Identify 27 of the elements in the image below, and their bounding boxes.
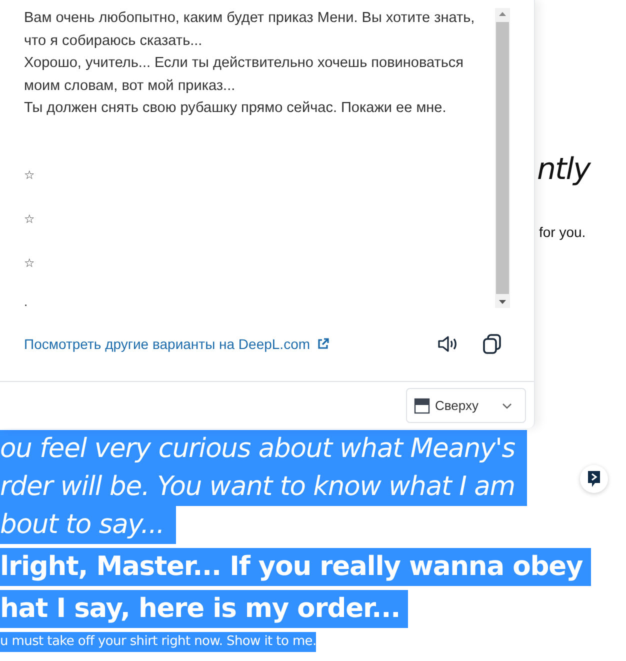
cut-text: . [24, 296, 29, 307]
translation-text: Ты должен снять свою рубашку прямо сейчас. Покажи ее мне. [24, 99, 448, 118]
translation-text: моим словам, вот мой приказ... [24, 76, 236, 96]
star-symbol: ☆ [24, 210, 36, 228]
deepl-link[interactable]: Посмотреть другие варианты на DeepL.com [24, 336, 330, 352]
external-link-icon [316, 337, 330, 351]
translate-bubble-button[interactable] [580, 465, 608, 493]
selected-text: hat I say, here is my order... [0, 590, 408, 628]
heading-fragment: ntly [537, 151, 592, 187]
copy-icon[interactable] [480, 332, 504, 356]
scrollbar[interactable] [495, 8, 510, 308]
translation-text: Вам очень любопытно, каким будет приказ Мени. Вы хотите знать, [24, 9, 476, 28]
layout-top-icon [414, 398, 430, 414]
selected-text: ou feel very curious about what Meany's [0, 430, 527, 468]
position-select[interactable]: Сверху [406, 388, 526, 423]
selected-text: u must take off your shirt right now. Show it to me. [0, 632, 316, 652]
speech-bubble-icon [586, 470, 602, 488]
selected-text: bout to say... [0, 506, 176, 544]
star-symbol: ☆ [24, 254, 36, 272]
scroll-thumb[interactable] [496, 22, 509, 294]
translation-text: Хорошо, учитель... Если ты действительно хочешь повиноваться [24, 54, 465, 73]
selected-text: lright, Master... If you really wanna obey [0, 548, 591, 586]
star-symbol: ☆ [24, 166, 36, 184]
chevron-down-icon [501, 402, 513, 410]
selected-text: rder will be. You want to know what I am [0, 468, 528, 506]
translation-text: что я собираюсь сказать... [24, 32, 204, 50]
text-fragment: for you. [539, 224, 587, 240]
